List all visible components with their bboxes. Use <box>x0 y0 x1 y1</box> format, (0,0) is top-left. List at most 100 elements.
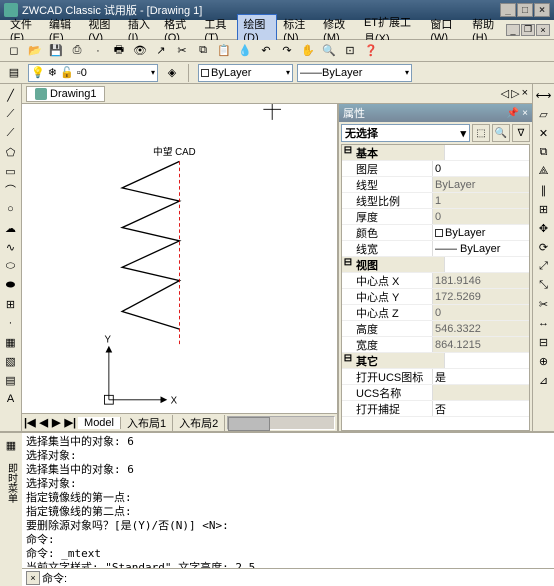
modeltab-nav[interactable]: ◀ <box>38 416 50 429</box>
h-scrollbar[interactable] <box>227 416 335 430</box>
save-icon[interactable]: 💾 <box>46 41 66 61</box>
props-icon[interactable]: ⊡ <box>340 41 360 61</box>
scale-icon[interactable]: ⤢ <box>535 257 553 275</box>
prop-category[interactable]: 其它 <box>342 353 529 369</box>
chamfer-icon[interactable]: ⊿ <box>535 371 553 389</box>
prop-row[interactable]: 线宽—— ByLayer <box>342 241 529 257</box>
rotate-icon[interactable]: ⟳ <box>535 238 553 256</box>
point-icon[interactable]: · <box>2 314 20 332</box>
saveall-icon[interactable]: ⎙ <box>67 41 87 61</box>
text-icon[interactable]: A <box>2 390 20 408</box>
prop-row[interactable]: 线型比例1 <box>342 193 529 209</box>
zoom-icon[interactable]: ✋ <box>298 41 318 61</box>
spline-icon[interactable]: ∿ <box>2 238 20 256</box>
prop-row[interactable]: 中心点 X181.9146 <box>342 273 529 289</box>
erase-icon[interactable]: ✕ <box>535 124 553 142</box>
color-selector[interactable]: ByLayer▾ <box>198 64 293 82</box>
prop-category[interactable]: 视图 <box>342 257 529 273</box>
move-icon[interactable]: ✥ <box>535 219 553 237</box>
copy-icon[interactable]: ✂ <box>172 41 192 61</box>
maximize-button[interactable]: □ <box>517 3 533 17</box>
cmd-close-icon[interactable]: × <box>26 571 40 585</box>
break-icon[interactable]: ⊟ <box>535 333 553 351</box>
prop-row[interactable]: 中心点 Z0 <box>342 305 529 321</box>
mirror-icon[interactable]: ⟁ <box>535 162 553 180</box>
pick-add-icon[interactable]: ⬚ <box>472 124 490 142</box>
prop-row[interactable]: 高度546.3322 <box>342 321 529 337</box>
rectangle-icon[interactable]: ▭ <box>2 162 20 180</box>
quick-select-icon[interactable]: 🔍 <box>492 124 510 142</box>
linetype-selector[interactable]: —— ByLayer▾ <box>297 64 412 82</box>
prop-row[interactable]: 图层0 <box>342 161 529 177</box>
area-icon[interactable]: ▱ <box>535 105 553 123</box>
open-icon[interactable]: 📂 <box>25 41 45 61</box>
document-tab[interactable]: Drawing1 <box>26 86 105 102</box>
cmd-tab-icon[interactable]: ▦ <box>1 435 21 455</box>
prop-category[interactable]: 基本 <box>342 145 529 161</box>
prop-row[interactable]: 打开UCS图标是 <box>342 369 529 385</box>
paste-icon[interactable]: ⧉ <box>193 41 213 61</box>
cut-icon[interactable]: ↗ <box>151 41 171 61</box>
new-icon[interactable]: ◻ <box>4 41 24 61</box>
prop-row[interactable]: 线型ByLayer <box>342 177 529 193</box>
zoom-ext-icon[interactable]: 🔍 <box>319 41 339 61</box>
arc-icon[interactable]: ⌒ <box>2 181 20 199</box>
block-icon[interactable]: ⊞ <box>2 295 20 313</box>
offset-icon[interactable]: ∥ <box>535 181 553 199</box>
pan-icon[interactable]: ↷ <box>277 41 297 61</box>
match-icon[interactable]: 📋 <box>214 41 234 61</box>
close-button[interactable]: × <box>534 3 550 17</box>
prop-row[interactable]: 厚度0 <box>342 209 529 225</box>
filter-icon[interactable]: ∇ <box>512 124 530 142</box>
mdi-restore[interactable]: ❐ <box>521 24 535 36</box>
tab-prev-icon[interactable]: ◁ <box>501 87 509 100</box>
modeltab-nav[interactable]: |◀ <box>22 416 38 429</box>
publish-icon[interactable]: 👁 <box>130 41 150 61</box>
hatch-icon[interactable]: ▦ <box>2 333 20 351</box>
array-icon[interactable]: ⊞ <box>535 200 553 218</box>
layer-manager-icon[interactable]: ▤ <box>4 63 24 83</box>
redo-icon[interactable]: ↶ <box>256 41 276 61</box>
revision-icon[interactable]: ☁ <box>2 219 20 237</box>
modeltab[interactable]: 入布局2 <box>173 415 225 431</box>
drawing-canvas[interactable]: 中望 CAD X Y <box>22 104 337 413</box>
distance-icon[interactable]: ⟷ <box>535 86 553 104</box>
ellipse-arc-icon[interactable]: ⬬ <box>2 276 20 294</box>
modeltab[interactable]: Model <box>78 417 121 429</box>
prop-row[interactable]: 颜色ByLayer <box>342 225 529 241</box>
mdi-minimize[interactable]: _ <box>506 24 520 36</box>
selection-combo[interactable]: 无选择▾ <box>341 124 470 142</box>
join-icon[interactable]: ⊕ <box>535 352 553 370</box>
line-icon[interactable]: ╱ <box>2 86 20 104</box>
modeltab[interactable]: 入布局1 <box>121 415 173 431</box>
prop-row[interactable]: 宽度864.1215 <box>342 337 529 353</box>
layer-states-icon[interactable]: ◈ <box>162 63 182 83</box>
prop-row[interactable]: 中心点 Y172.5269 <box>342 289 529 305</box>
cmd-tab-label[interactable]: 即时菜单 <box>4 463 19 503</box>
construction-icon[interactable]: ⟋ <box>2 105 20 123</box>
undo-icon[interactable]: 💧 <box>235 41 255 61</box>
circle-icon[interactable]: ○ <box>2 200 20 218</box>
region-icon[interactable]: ▧ <box>2 352 20 370</box>
modeltab-nav[interactable]: ▶ <box>50 416 62 429</box>
mdi-close[interactable]: × <box>536 24 550 36</box>
extend-icon[interactable]: ↔ <box>535 314 553 332</box>
polyline-icon[interactable]: ⟋ <box>2 124 20 142</box>
copy-icon[interactable]: ⧉ <box>535 143 553 161</box>
prop-row[interactable]: UCS名称 <box>342 385 529 401</box>
polygon-icon[interactable]: ⬠ <box>2 143 20 161</box>
properties-pin-icon[interactable]: 📌 × <box>507 108 528 119</box>
help-icon[interactable]: ❓ <box>361 41 381 61</box>
ellipse-icon[interactable]: ⬭ <box>2 257 20 275</box>
tab-next-icon[interactable]: ▷ <box>511 87 519 100</box>
tab-close-icon[interactable]: × <box>522 87 528 100</box>
modeltab-nav[interactable]: ▶| <box>62 416 78 429</box>
command-log[interactable]: 选择集当中的对象: 6 选择对象: 选择集当中的对象: 6 选择对象: 指定镜像… <box>22 433 554 568</box>
trim-icon[interactable]: ✂ <box>535 295 553 313</box>
preview-icon[interactable]: 🖶 <box>109 41 129 61</box>
prop-row[interactable]: 打开捕捉否 <box>342 401 529 417</box>
table-icon[interactable]: ▤ <box>2 371 20 389</box>
stretch-icon[interactable]: ⤡ <box>535 276 553 294</box>
plot-icon[interactable]: · <box>88 41 108 61</box>
layer-selector[interactable]: 💡 ❄ 🔓 ▫ 0▾ <box>28 64 158 82</box>
